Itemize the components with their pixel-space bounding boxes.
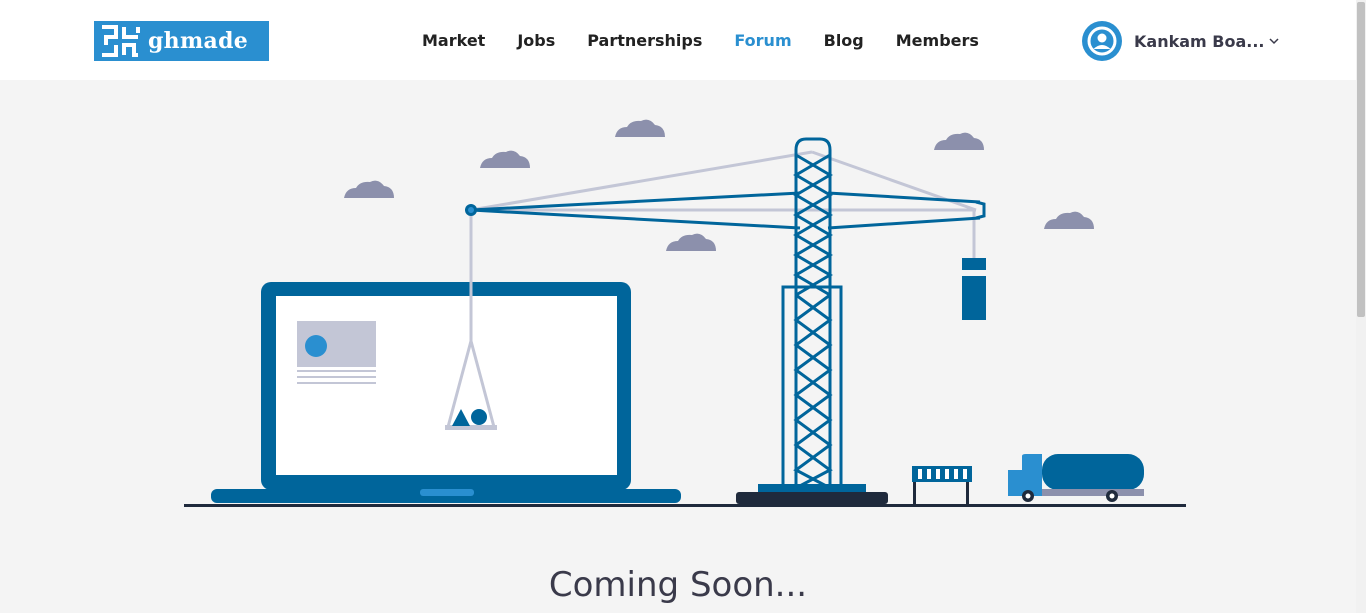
maze-logo-icon	[94, 21, 146, 61]
laptop	[211, 282, 681, 503]
user-name: Kankam Boa...	[1134, 31, 1265, 51]
page-scrollbar[interactable]	[1356, 0, 1366, 613]
nav-item-partnerships[interactable]: Partnerships	[587, 31, 702, 50]
tanker-truck	[1008, 454, 1144, 502]
scrollbar-thumb[interactable]	[1357, 2, 1365, 317]
nav-item-members[interactable]: Members	[896, 31, 979, 50]
chevron-down-icon[interactable]	[1269, 37, 1280, 45]
brand-logo-text: ghmade	[148, 28, 249, 54]
road-barrier	[912, 466, 972, 504]
crane-tower	[781, 137, 843, 490]
coming-soon-heading: Coming Soon...	[548, 565, 808, 605]
ground-line	[184, 504, 1186, 507]
nav-item-market[interactable]: Market	[422, 31, 485, 50]
user-menu[interactable]: Kankam Boa...	[1082, 20, 1280, 62]
nav-item-blog[interactable]: Blog	[824, 31, 864, 50]
nav-item-jobs[interactable]: Jobs	[517, 31, 555, 50]
brand-logo[interactable]: ghmade	[94, 21, 269, 61]
under-construction-illustration	[0, 80, 1356, 520]
clouds	[344, 119, 1094, 251]
user-circle-icon	[1082, 21, 1122, 61]
nav-item-forum[interactable]: Forum	[734, 31, 791, 50]
top-navbar: ghmade Market Jobs Partnerships Forum Bl…	[0, 0, 1356, 80]
main-nav: Market Jobs Partnerships Forum Blog Memb…	[422, 0, 1011, 80]
